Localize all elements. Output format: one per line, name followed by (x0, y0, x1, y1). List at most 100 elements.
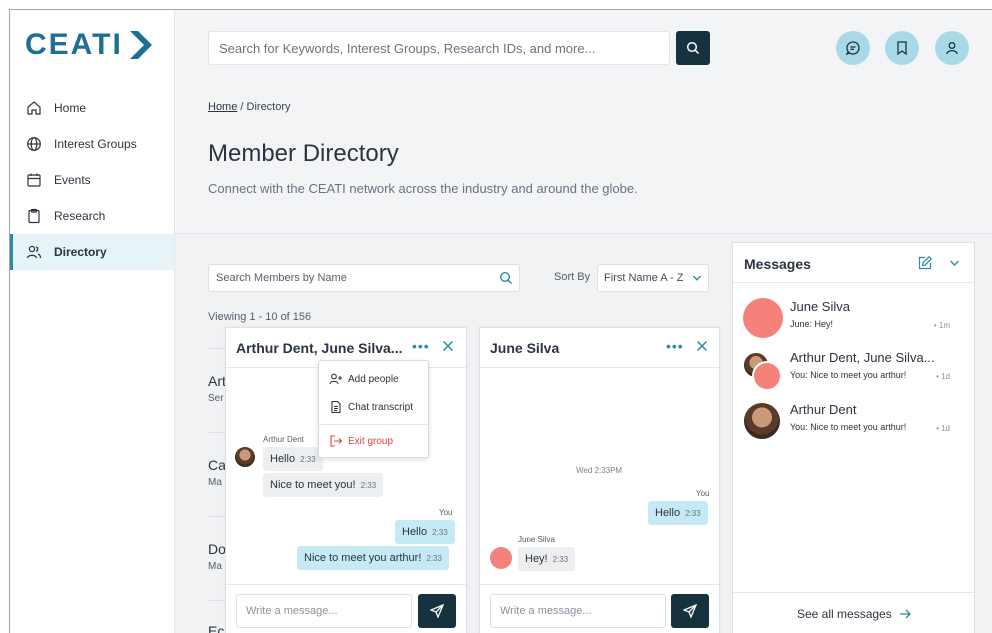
chat-footer: Write a message... (480, 584, 719, 633)
conversation-time: • 1d (936, 424, 950, 433)
sort-select-value: First Name A - Z (604, 272, 684, 284)
sidebar: CEATI Home Interest Groups Events Resear… (10, 10, 175, 633)
chat-footer: Write a message... (226, 584, 466, 633)
exit-group-menu-item[interactable]: Exit group (329, 434, 393, 448)
sidebar-item-research[interactable]: Research (10, 198, 174, 234)
more-options-icon[interactable]: ••• (412, 338, 430, 354)
message-input[interactable]: Write a message... (236, 594, 412, 628)
day-timestamp: Wed 2:33PM (576, 466, 623, 475)
sender-you-label: You (696, 489, 710, 498)
conversation-name: June Silva (790, 299, 850, 314)
message-time: 2:33 (426, 554, 442, 563)
send-icon (683, 604, 697, 618)
sender-you-label: You (439, 508, 453, 517)
menu-divider (319, 424, 428, 425)
message-text: Hello (655, 507, 681, 519)
messages-panel: Messages June Silva June: Hey! • 1m Arth… (732, 242, 975, 633)
message-bubble: Nice to meet you! 2:33 (263, 473, 384, 497)
message-time: 2:33 (685, 509, 701, 518)
conversation-item[interactable]: Arthur Dent, June Silva... You: Nice to … (733, 346, 974, 396)
chat-bubble-icon (845, 41, 860, 56)
sidebar-item-interest-groups[interactable]: Interest Groups (10, 126, 174, 162)
arrow-right-icon (899, 609, 911, 619)
sidebar-item-directory[interactable]: Directory (10, 234, 174, 270)
sidebar-item-label: Research (54, 209, 106, 223)
compose-icon[interactable] (917, 255, 933, 271)
message-text: Hey! (525, 553, 548, 565)
close-icon[interactable] (442, 340, 454, 352)
message-text: Hello (270, 453, 296, 465)
send-button[interactable] (418, 594, 456, 628)
globe-icon (26, 136, 42, 152)
profile-button[interactable] (935, 31, 969, 65)
avatar (490, 547, 512, 569)
search-icon (499, 271, 512, 284)
messages-footer: See all messages (733, 592, 974, 633)
top-bar: Search for Keywords, Interest Groups, Re… (175, 10, 992, 88)
results-count: Viewing 1 - 10 of 156 (208, 311, 312, 323)
message-input[interactable]: Write a message... (490, 594, 666, 628)
page-header: Home / Directory Member Directory Connec… (175, 88, 992, 234)
chat-title: Arthur Dent, June Silva... (236, 340, 403, 356)
chevron-down-icon[interactable] (949, 258, 960, 268)
sidebar-item-events[interactable]: Events (10, 162, 174, 198)
message-time: 2:33 (300, 455, 316, 464)
app-window: CEATI Home Interest Groups Events Resear… (9, 9, 992, 633)
conversation-preview: June: Hey! (790, 319, 834, 329)
message-text: Nice to meet you arthur! (304, 552, 422, 564)
messages-header: Messages (733, 243, 974, 283)
conversation-preview: You: Nice to meet you arthur! (790, 422, 907, 432)
avatar (233, 445, 257, 469)
ceati-logo[interactable]: CEATI (25, 28, 157, 62)
menu-item-label: Chat transcript (348, 401, 414, 413)
chat-transcript-menu-item[interactable]: Chat transcript (329, 400, 413, 414)
exit-icon (329, 434, 343, 448)
member-search-input[interactable]: Search Members by Name (208, 264, 520, 292)
message-bubble: Hello 2:33 (263, 447, 323, 471)
chat-button[interactable] (836, 31, 870, 65)
avatar (742, 401, 782, 441)
chevron-down-icon (692, 275, 702, 281)
june-chat-window: June Silva ••• Wed 2:33PM You Hello 2:33 … (479, 327, 720, 633)
conversation-item[interactable]: June Silva June: Hey! • 1m (733, 295, 974, 345)
group-options-menu: Add people Chat transcript Exit group (318, 360, 429, 458)
sidebar-item-label: Events (54, 173, 91, 187)
message-text: Nice to meet you! (270, 479, 356, 491)
calendar-icon (26, 172, 42, 188)
avatar (752, 361, 782, 391)
close-icon[interactable] (696, 340, 708, 352)
breadcrumb: Home / Directory (208, 101, 291, 113)
messages-title: Messages (744, 256, 811, 272)
sort-select[interactable]: First Name A - Z (597, 264, 709, 292)
message-time: 2:33 (360, 481, 377, 490)
more-options-icon[interactable]: ••• (666, 338, 684, 354)
see-all-messages-link[interactable]: See all messages (797, 607, 911, 621)
search-button[interactable] (676, 31, 710, 65)
global-search-input[interactable]: Search for Keywords, Interest Groups, Re… (208, 31, 670, 65)
member-search-placeholder: Search Members by Name (216, 272, 347, 284)
conversation-item[interactable]: Arthur Dent You: Nice to meet you arthur… (733, 398, 974, 448)
sort-by-label: Sort By (554, 271, 591, 283)
send-button[interactable] (671, 594, 709, 628)
search-icon (686, 41, 700, 55)
conversation-name: Arthur Dent, June Silva... (790, 350, 935, 365)
users-icon (26, 244, 42, 260)
conversation-time: • 1d (936, 372, 950, 381)
chat-title: June Silva (490, 340, 560, 356)
bookmark-button[interactable] (885, 31, 919, 65)
page-title: Member Directory (208, 140, 399, 167)
breadcrumb-home-link[interactable]: Home (208, 101, 237, 113)
message-bubble: Nice to meet you arthur! 2:33 (297, 546, 449, 570)
add-person-icon (329, 372, 343, 386)
message-time: 2:33 (432, 528, 448, 537)
conversation-time: • 1m (933, 321, 950, 330)
chat-header: June Silva ••• (480, 328, 719, 368)
sidebar-item-label: Directory (54, 245, 107, 259)
sidebar-item-label: Interest Groups (54, 137, 137, 151)
add-people-menu-item[interactable]: Add people (329, 372, 399, 386)
conversation-preview: You: Nice to meet you arthur! (790, 370, 907, 380)
sidebar-item-home[interactable]: Home (10, 90, 174, 126)
sidebar-item-label: Home (54, 101, 87, 115)
home-icon (26, 100, 42, 116)
breadcrumb-separator: / (237, 101, 247, 113)
